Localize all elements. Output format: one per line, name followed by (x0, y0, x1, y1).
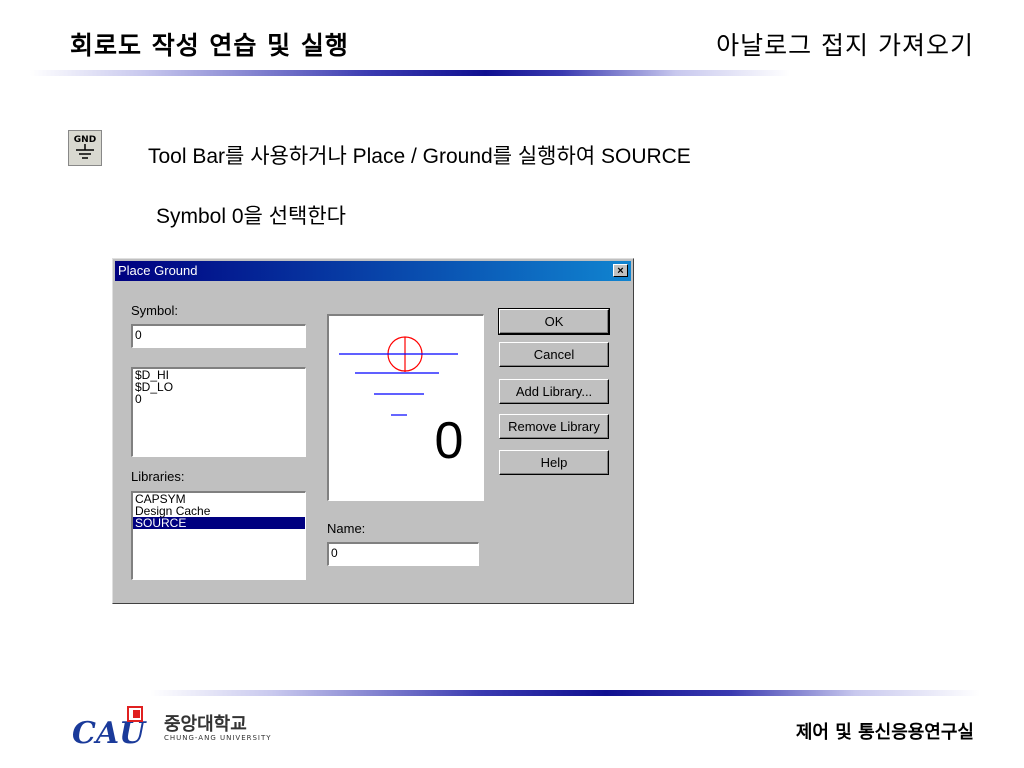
help-button[interactable]: Help (499, 450, 609, 475)
add-library-button[interactable]: Add Library... (499, 379, 609, 404)
ground-symbol-drawing (339, 336, 458, 416)
library-list-item[interactable]: SOURCE (133, 517, 305, 529)
university-name: 중앙대학교 (164, 714, 247, 735)
cancel-button[interactable]: Cancel (499, 342, 609, 367)
libraries-list[interactable]: CAPSYM Design Cache SOURCE (131, 491, 306, 580)
name-input[interactable]: 0 (327, 542, 479, 566)
university-name-en: CHUNG-ANG UNIVERSITY (164, 734, 272, 742)
lab-name: 제어 및 통신응용연구실 (795, 722, 974, 743)
symbol-list[interactable]: $D_HI $D_LO 0 (131, 367, 306, 457)
header-divider (30, 70, 790, 76)
symbol-preview: 0 (327, 314, 484, 501)
symbol-list-item[interactable]: $D_LO (133, 381, 305, 393)
ok-button[interactable]: OK (498, 308, 610, 335)
footer-divider (150, 690, 980, 696)
remove-library-button[interactable]: Remove Library (499, 414, 609, 439)
symbol-input-value: 0 (135, 328, 142, 342)
dialog-titlebar[interactable]: Place Ground × (115, 261, 631, 281)
preview-symbol-name: 0 (435, 412, 464, 470)
slide-subtitle: 아날로그 접지 가져오기 (716, 31, 974, 60)
symbol-label: Symbol: (131, 303, 178, 318)
close-button[interactable]: × (613, 264, 628, 277)
ground-icon-label: GND (74, 135, 96, 145)
symbol-input[interactable]: 0 (131, 324, 306, 348)
place-ground-dialog: Place Ground × Symbol: 0 $D_HI $D_LO 0 Lib… (112, 258, 634, 604)
ground-toolbar-icon: GND (68, 130, 102, 166)
symbol-list-item[interactable]: 0 (133, 393, 305, 405)
instruction-line-2: Symbol 0을 선택한다 (156, 205, 346, 228)
libraries-label: Libraries: (131, 469, 185, 484)
university-logo-icon: CAU (70, 705, 156, 751)
dialog-title: Place Ground (118, 263, 198, 278)
instruction-line-1: Tool Bar를 사용하거나 Place / Ground를 실행하여 SOU… (148, 145, 691, 168)
name-label: Name: (327, 521, 366, 536)
slide-title: 회로도 작성 연습 및 실행 (70, 31, 349, 60)
name-input-value: 0 (331, 546, 338, 560)
